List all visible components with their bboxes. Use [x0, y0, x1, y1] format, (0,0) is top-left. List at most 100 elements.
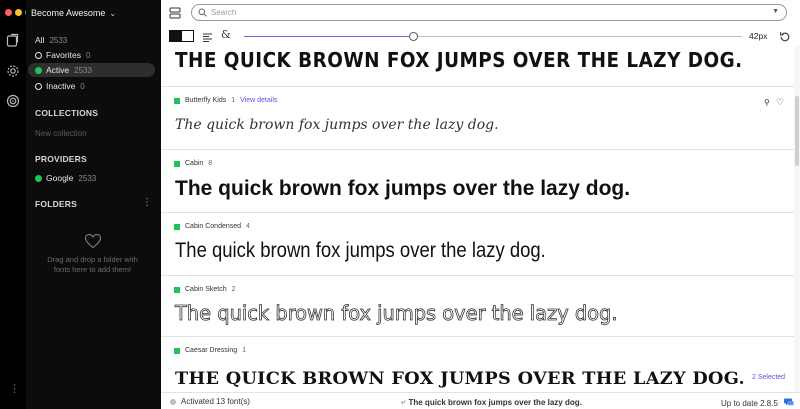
providers-heading: PROVIDERS — [35, 154, 87, 164]
font-card[interactable]: Cabin Condensed 4 The quick brown fox ju… — [161, 213, 794, 276]
status-bar: Activated 13 font(s) ⤶ The quick brown f… — [161, 392, 800, 409]
font-card[interactable]: Butterfly Kids 1 View details ⚲ ♡ The qu… — [161, 87, 794, 150]
active-square-icon — [174, 160, 180, 167]
filter-label: Inactive — [46, 81, 76, 91]
return-icon: ⤶ — [401, 397, 406, 406]
drop-hint: Drag and drop a folder with fonts here t… — [47, 255, 138, 274]
font-style-count: 2 — [231, 286, 236, 293]
font-meta: Cabin 8 — [174, 160, 212, 167]
font-style-count: 8 — [208, 160, 213, 167]
font-list: THE QUICK BROWN FOX JUMPS OVER THE LAZY … — [161, 46, 794, 392]
settings-icon[interactable] — [6, 64, 20, 78]
active-square-icon — [174, 347, 180, 354]
layout-toggle-icon[interactable] — [169, 6, 181, 24]
glyph-icon[interactable]: & — [221, 28, 231, 41]
folder-drop-zone[interactable]: Drag and drop a folder with fonts here t… — [40, 233, 145, 275]
provider-count: 2533 — [78, 173, 97, 183]
providers-icon[interactable] — [6, 94, 20, 108]
top-toolbar: ▼ — [161, 0, 800, 26]
activation-text: Activated 13 font(s) — [181, 397, 250, 406]
search-input[interactable] — [211, 8, 751, 17]
chevron-down-icon: ⌄ — [109, 8, 117, 18]
heart-icon[interactable]: ♡ — [776, 97, 784, 108]
filter-favorites[interactable]: Favorites 0 — [28, 48, 155, 62]
font-meta: Cabin Sketch 2 — [174, 286, 236, 293]
font-preview: THE QUICK BROWN FOX JUMPS OVER THE LAZY … — [175, 48, 743, 72]
active-square-icon — [174, 286, 180, 293]
active-dot-icon — [35, 66, 42, 74]
font-meta: Butterfly Kids 1 View details — [174, 97, 277, 104]
light-swatch — [181, 31, 193, 41]
folders-menu-icon[interactable]: ⋮ — [142, 197, 152, 208]
font-card[interactable]: Cabin Sketch 2 The quick brown fox jumps… — [161, 276, 794, 337]
chat-icon[interactable] — [783, 397, 794, 409]
ring-icon — [35, 51, 42, 59]
active-square-icon — [174, 223, 180, 230]
font-card[interactable]: Caesar Dressing 1 THE QUICK BROWN FOX JU… — [161, 337, 794, 392]
collection-switcher[interactable]: Become Awesome ⌄ — [31, 8, 116, 18]
font-style-count: 1 — [242, 347, 247, 354]
filter-count: 0 — [85, 50, 91, 60]
close-window-button[interactable] — [5, 9, 12, 16]
filter-count: 0 — [80, 81, 85, 91]
sample-text: The quick brown fox jumps over the lazy … — [408, 397, 582, 407]
font-preview: The quick brown fox jumps over the lazy … — [175, 117, 499, 133]
active-square-icon — [174, 97, 180, 104]
app-window: Become Awesome ⌄ All 2533 Favorites 0 Ac… — [0, 0, 800, 409]
slider-knob[interactable] — [409, 32, 419, 41]
font-card[interactable]: Cabin 8 The quick brown fox jumps over t… — [161, 150, 794, 213]
search-icon — [198, 8, 207, 17]
font-preview: The quick brown fox jumps over the lazy … — [175, 177, 631, 200]
icon-rail — [0, 0, 32, 409]
filter-label: All — [35, 35, 45, 45]
font-name: Caesar Dressing — [185, 347, 238, 354]
font-style-count: 1 — [231, 97, 236, 104]
sidebar: Become Awesome ⌄ All 2533 Favorites 0 Ac… — [9, 0, 161, 409]
font-card[interactable]: THE QUICK BROWN FOX JUMPS OVER THE LAZY … — [161, 46, 794, 87]
font-name: Cabin — [185, 160, 204, 167]
selected-count-badge: 2 Selected — [752, 374, 786, 381]
preview-toolbar: & 42px — [161, 27, 800, 45]
minimize-window-button[interactable] — [15, 9, 22, 16]
collections-icon[interactable] — [6, 33, 20, 47]
filter-count: 2533 — [74, 65, 92, 75]
search-bar[interactable]: ▼ — [191, 4, 787, 21]
font-meta: Cabin Condensed 4 — [174, 223, 250, 230]
version-text: Up to date 2.8.5 — [721, 398, 778, 408]
font-name: Cabin Condensed — [185, 223, 242, 230]
chevron-down-icon[interactable]: ▼ — [772, 8, 779, 15]
filter-inactive[interactable]: Inactive 0 — [28, 79, 155, 93]
more-vertical-icon[interactable]: ⋮ — [9, 382, 20, 395]
dark-swatch — [170, 31, 182, 41]
font-size-label: 42px — [749, 31, 768, 41]
slider-fill — [244, 36, 414, 37]
color-theme-toggle[interactable] — [169, 30, 194, 42]
filter-label: Favorites — [46, 50, 81, 60]
ring-icon — [35, 82, 42, 90]
main-panel: ▼ & 42px THE QUICK BROWN FOX JUMPS — [161, 0, 800, 409]
folders-heading: FOLDERS — [35, 199, 78, 209]
provider-google[interactable]: Google 2533 — [35, 173, 96, 183]
collection-title: Become Awesome — [31, 8, 106, 18]
update-status: Up to date 2.8.5 — [721, 397, 794, 409]
active-dot-icon — [35, 174, 42, 182]
font-preview: THE QUICK BROWN FOX JUMPS OVER THE LAZY … — [175, 369, 746, 389]
provider-label: Google — [46, 173, 74, 183]
font-meta: Caesar Dressing 1 — [174, 347, 246, 354]
collections-heading: COLLECTIONS — [35, 108, 99, 118]
scrollbar-thumb[interactable] — [795, 96, 799, 166]
heart-icon — [84, 233, 101, 249]
filter-all[interactable]: All 2533 — [28, 33, 155, 47]
pin-icon[interactable]: ⚲ — [764, 98, 770, 107]
filter-active[interactable]: Active 2533 — [28, 63, 155, 77]
font-size-slider[interactable] — [244, 32, 742, 41]
font-preview: The quick brown fox jumps over the lazy … — [175, 301, 618, 326]
filter-count: 2533 — [49, 35, 68, 45]
font-name: Cabin Sketch — [185, 286, 227, 293]
font-style-count: 4 — [246, 223, 250, 230]
font-list-scrollbar[interactable] — [794, 46, 800, 392]
sample-text-preview[interactable]: ⤶ The quick brown fox jumps over the laz… — [401, 397, 582, 407]
view-details-link[interactable]: View details — [240, 97, 277, 104]
new-collection-input[interactable]: New collection — [35, 129, 87, 138]
font-preview: The quick brown fox jumps over the lazy … — [175, 239, 546, 262]
